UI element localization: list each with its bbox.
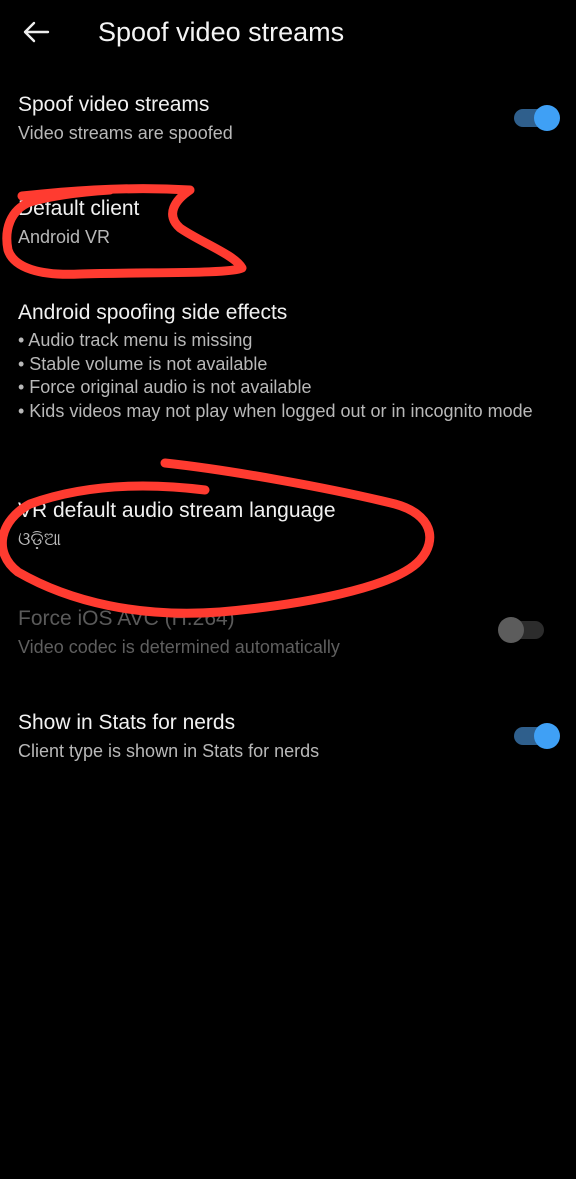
pref-force-ios-avc: Force iOS AVC (H.264) Video codec is det… [0, 598, 576, 688]
stats-for-nerds-toggle[interactable] [508, 718, 560, 754]
side-effect-item: • Stable volume is not available [18, 353, 268, 374]
pref-default-client[interactable]: Default client Android VR [0, 190, 576, 270]
side-effects-list: • Audio track menu is missing • Stable v… [18, 329, 558, 423]
pref-spoof-video-streams[interactable]: Spoof video streams Video streams are sp… [0, 84, 576, 174]
pref-summary: Video streams are spoofed [18, 123, 233, 143]
pref-title: Force iOS AVC (H.264) [18, 607, 235, 630]
page-title: Spoof video streams [98, 17, 345, 47]
pref-title: VR default audio stream language [18, 499, 336, 522]
side-effect-item: • Force original audio is not available [18, 377, 312, 397]
pref-title: Android spoofing side effects [18, 301, 288, 324]
pref-title: Show in Stats for nerds [18, 711, 236, 734]
toggle-thumb [534, 105, 560, 131]
pref-title: Default client [18, 197, 140, 220]
annotation-overlay [0, 184, 435, 618]
pref-summary: Android VR [18, 227, 111, 247]
pref-summary: Client type is shown in Stats for nerds [18, 741, 320, 761]
pref-stats-for-nerds[interactable]: Show in Stats for nerds Client type is s… [0, 702, 576, 792]
side-effect-item: • Audio track menu is missing [18, 330, 253, 350]
pref-summary: ଓଡ଼ିଆ [18, 529, 62, 549]
pref-summary: Video codec is determined automatically [18, 637, 340, 657]
back-button[interactable] [14, 12, 58, 52]
toggle-thumb [498, 617, 524, 643]
app-bar: Spoof video streams [0, 0, 576, 64]
side-effect-item: • Kids videos may not play when logged o… [18, 400, 533, 421]
spoof-video-streams-toggle[interactable] [508, 100, 560, 136]
toggle-thumb [534, 723, 560, 749]
pref-vr-audio-language[interactable]: VR default audio stream language ଓଡ଼ିଆ [0, 490, 576, 580]
arrow-left-icon [23, 21, 50, 43]
pref-title: Spoof video streams [18, 93, 210, 116]
force-ios-avc-toggle [498, 612, 550, 648]
